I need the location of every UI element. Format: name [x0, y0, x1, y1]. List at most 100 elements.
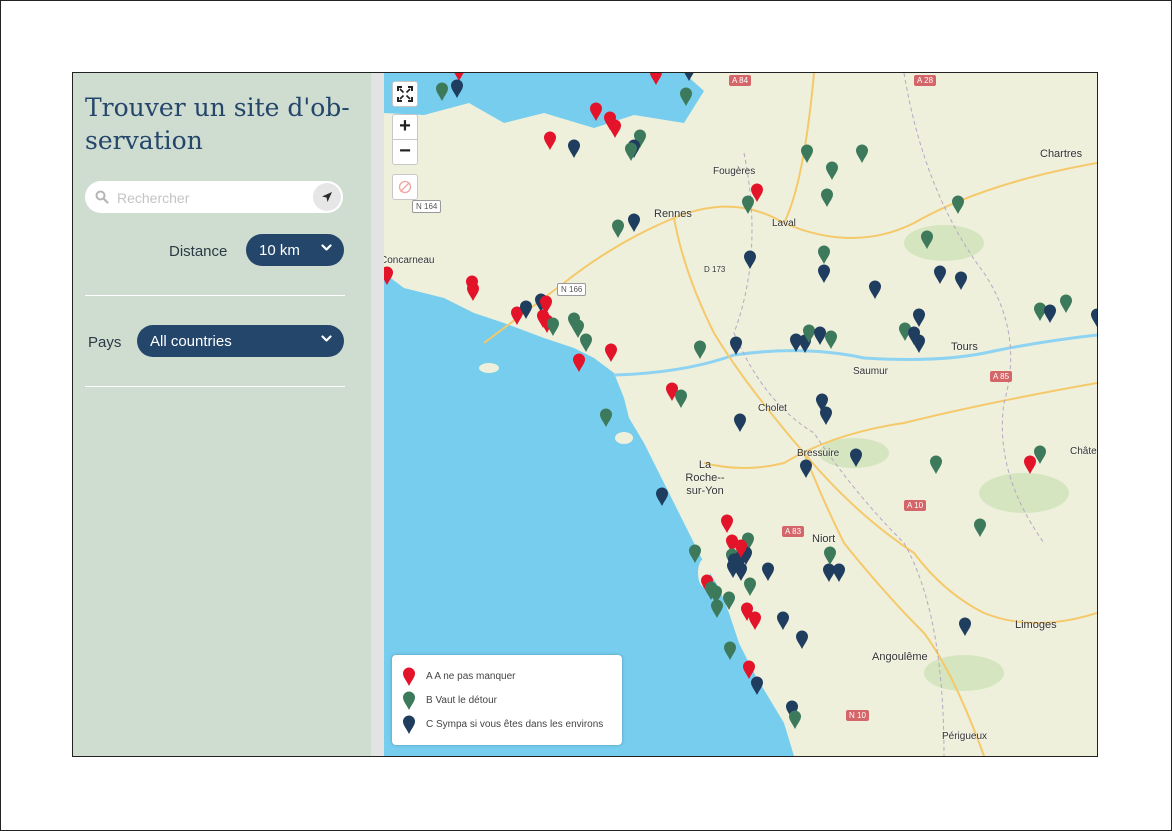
map-marker-a[interactable] — [748, 611, 762, 631]
map-marker-c[interactable] — [819, 406, 833, 426]
map-marker-a[interactable] — [589, 102, 603, 122]
sidebar-scrollbar[interactable] — [371, 73, 384, 756]
map-marker-c[interactable] — [729, 336, 743, 356]
map-marker-c[interactable] — [776, 611, 790, 631]
marker-navy-icon — [403, 715, 415, 734]
map-marker-c[interactable] — [912, 334, 926, 354]
map-marker-b[interactable] — [723, 641, 737, 661]
map-marker-c[interactable] — [733, 413, 747, 433]
forest — [979, 473, 1069, 513]
place-label: La Roche-­sur-Yon — [685, 459, 725, 497]
map-marker-b[interactable] — [855, 144, 869, 164]
map-marker-a[interactable] — [384, 266, 394, 286]
map-marker-a[interactable] — [543, 131, 557, 151]
map[interactable]: Fougères Chartres Rennes Laval Tours Sau… — [384, 73, 1097, 756]
map-marker-b[interactable] — [674, 389, 688, 409]
place-label: Limoges — [1015, 619, 1057, 631]
map-marker-a[interactable] — [649, 73, 663, 86]
place-label: Rennes — [654, 208, 692, 220]
sidebar: Trouver un site d'ob-servation Distance … — [73, 73, 371, 756]
map-marker-b[interactable] — [817, 245, 831, 265]
map-marker-c[interactable] — [799, 459, 813, 479]
map-marker-a[interactable] — [604, 343, 618, 363]
map-marker-b[interactable] — [693, 340, 707, 360]
road-label: N 166 — [557, 283, 587, 296]
map-marker-b[interactable] — [710, 599, 724, 619]
locate-button[interactable] — [313, 183, 341, 211]
map-marker-c[interactable] — [627, 213, 641, 233]
map-marker-b[interactable] — [788, 710, 802, 730]
map-marker-a[interactable] — [734, 539, 748, 559]
road-label: N 164 — [412, 200, 442, 213]
map-marker-b[interactable] — [611, 219, 625, 239]
page-title: Trouver un site d'ob-servation — [85, 93, 350, 155]
place-label: Périgueux — [942, 731, 988, 742]
map-marker-b[interactable] — [599, 408, 613, 428]
map-marker-c[interactable] — [1090, 308, 1097, 328]
place-label: Saumur — [853, 366, 889, 377]
map-marker-b[interactable] — [825, 161, 839, 181]
zoom-out-button[interactable]: − — [392, 139, 418, 165]
zoom-in-button[interactable]: + — [392, 114, 418, 140]
map-marker-c[interactable] — [1043, 304, 1057, 324]
place-label: Concarneau — [384, 255, 435, 266]
map-marker-c[interactable] — [954, 271, 968, 291]
pays-label: Pays — [88, 334, 122, 351]
expand-icon — [397, 86, 413, 102]
map-marker-c[interactable] — [743, 250, 757, 270]
map-marker-b[interactable] — [624, 142, 638, 162]
map-marker-b[interactable] — [579, 333, 593, 353]
map-marker-c[interactable] — [817, 264, 831, 284]
search-icon — [95, 190, 109, 204]
map-marker-c[interactable] — [655, 487, 669, 507]
map-marker-b[interactable] — [973, 518, 987, 538]
map-marker-c[interactable] — [795, 630, 809, 650]
map-marker-b[interactable] — [820, 188, 834, 208]
map-marker-b[interactable] — [800, 144, 814, 164]
reset-bearing-button[interactable] — [392, 174, 418, 200]
map-marker-c[interactable] — [761, 562, 775, 582]
map-marker-b[interactable] — [743, 577, 757, 597]
map-marker-c[interactable] — [450, 79, 464, 99]
map-marker-c[interactable] — [519, 300, 533, 320]
map-marker-b[interactable] — [824, 330, 838, 350]
map-marker-b[interactable] — [1033, 445, 1047, 465]
distance-label: Distance — [169, 243, 228, 260]
map-marker-c[interactable] — [849, 448, 863, 468]
legend-label: A A ne pas manquer — [426, 671, 516, 682]
map-legend: A A ne pas manquer B Vaut le détour C Sy… — [392, 655, 622, 745]
map-marker-b[interactable] — [688, 544, 702, 564]
map-marker-c[interactable] — [832, 563, 846, 583]
search-input[interactable] — [115, 187, 309, 209]
map-marker-a[interactable] — [720, 514, 734, 534]
country-select[interactable]: All countries — [137, 325, 344, 357]
map-marker-b[interactable] — [823, 546, 837, 566]
map-marker-c[interactable] — [912, 308, 926, 328]
map-marker-b[interactable] — [951, 195, 965, 215]
place-label: Laval — [772, 218, 796, 229]
map-marker-b[interactable] — [722, 591, 736, 611]
map-marker-b[interactable] — [920, 230, 934, 250]
map-marker-b[interactable] — [546, 317, 560, 337]
map-marker-c[interactable] — [567, 139, 581, 159]
divider — [85, 386, 345, 387]
map-marker-c[interactable] — [868, 280, 882, 300]
map-marker-b[interactable] — [929, 455, 943, 475]
place-label: Tours — [951, 341, 978, 353]
map-marker-a[interactable] — [572, 353, 586, 373]
road-label: D 173 — [704, 265, 726, 274]
distance-select[interactable]: 10 km — [246, 234, 344, 266]
map-marker-b[interactable] — [741, 195, 755, 215]
map-marker-c[interactable] — [750, 676, 764, 696]
fullscreen-button[interactable] — [392, 81, 418, 107]
map-marker-a[interactable] — [466, 282, 480, 302]
map-marker-c[interactable] — [958, 617, 972, 637]
map-marker-c[interactable] — [933, 265, 947, 285]
map-marker-b[interactable] — [1059, 294, 1073, 314]
place-label: Chartres — [1040, 148, 1083, 160]
map-marker-b[interactable] — [435, 82, 449, 102]
country-value: All countries — [150, 333, 232, 350]
map-marker-a[interactable] — [608, 119, 622, 139]
map-marker-c[interactable] — [682, 73, 696, 82]
map-marker-b[interactable] — [679, 87, 693, 107]
